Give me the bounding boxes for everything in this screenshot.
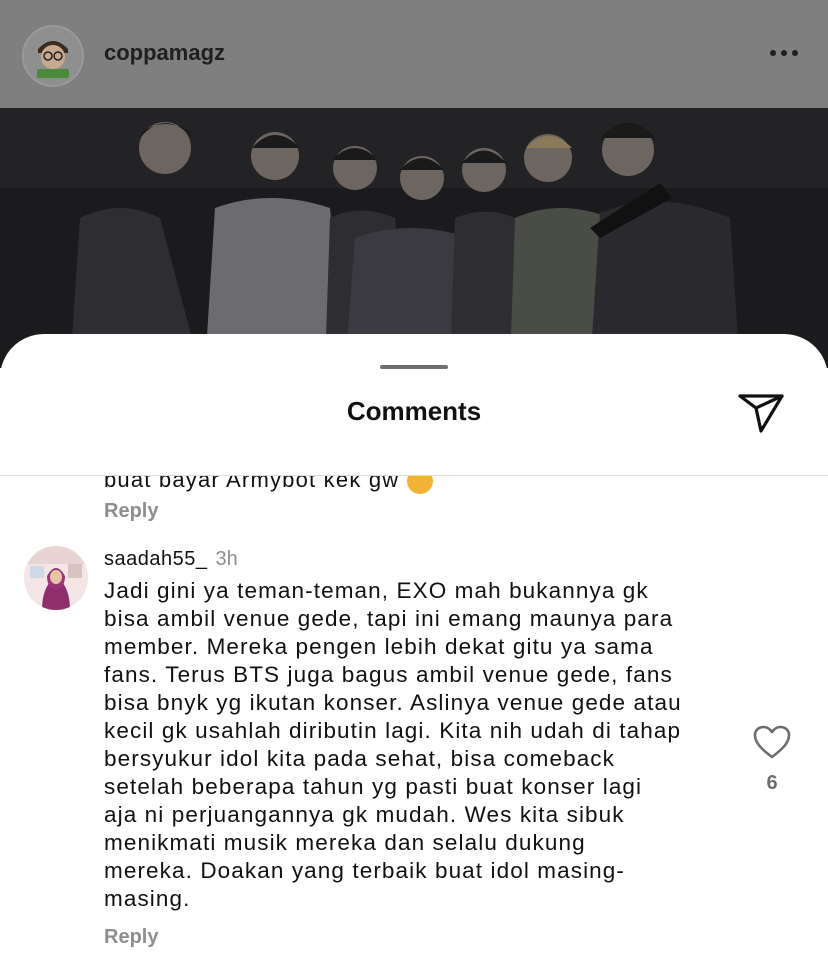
comments-list[interactable]: buat bayar Armybot kek gw Reply saadah55… (0, 476, 828, 958)
sheet-title: Comments (346, 396, 482, 426)
heart-outline-icon[interactable] (752, 724, 792, 760)
face-emoji-icon (406, 476, 433, 495)
more-options-icon[interactable] (760, 38, 808, 68)
comment-meta: saadah55_ 3h (104, 548, 238, 571)
post-author-username[interactable]: coppamagz (104, 40, 225, 66)
post-author-avatar[interactable] (22, 25, 84, 87)
send-icon[interactable] (736, 390, 786, 436)
commenter-username[interactable]: saadah55_ (104, 548, 207, 570)
drag-handle[interactable] (380, 365, 448, 369)
comment-text: Jadi gini ya teman-teman, EXO mah bukann… (104, 578, 682, 911)
post-photo (0, 108, 828, 368)
like-count: 6 (766, 772, 778, 794)
reply-button[interactable]: Reply (104, 926, 158, 949)
reply-button[interactable]: Reply (104, 500, 158, 523)
comments-sheet: Comments buat bayar Armybot kek gw Reply (0, 334, 828, 958)
comment-timestamp: 3h (215, 548, 238, 570)
previous-comment-text: buat bayar Armybot kek gw (104, 476, 433, 495)
previous-comment-fragment: buat bayar Armybot kek gw (104, 476, 400, 492)
post-header: coppamagz (0, 0, 828, 108)
commenter-avatar[interactable] (24, 546, 88, 610)
